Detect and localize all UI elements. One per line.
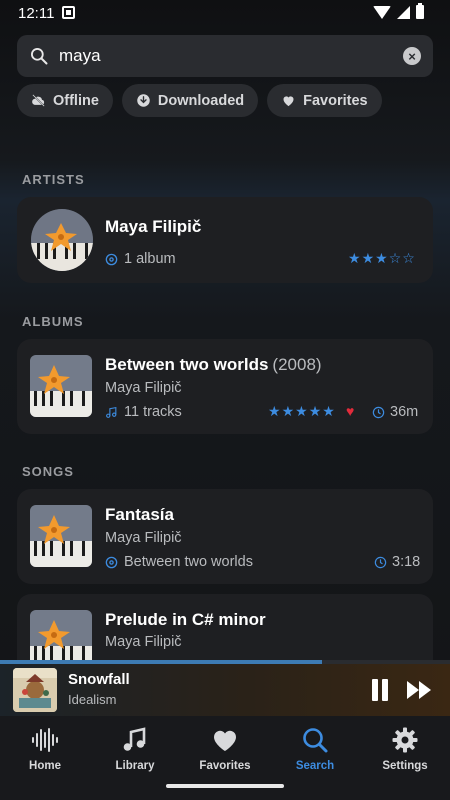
signal-icon [397,5,410,19]
clear-search-button[interactable]: × [403,47,421,65]
album-track-count: 11 tracks [105,404,182,420]
now-playing-art [13,668,57,712]
nav-label: Search [295,760,335,772]
download-icon [137,94,150,107]
music-note-icon [106,406,117,418]
song-duration-text: 3:18 [392,554,421,570]
song-album-text: Between two worlds [124,554,253,570]
nav-label: Settings [382,760,428,772]
song-row[interactable]: Fantasía Maya Filipič Between two worlds… [17,489,433,584]
artist-album-count: 1 album [105,251,176,267]
star-icon: ★ [348,250,361,266]
nav-home[interactable]: Home [0,726,90,782]
search-input[interactable] [59,43,379,69]
song-title: Fantasía [105,505,174,524]
song-artist: Maya Filipič [105,530,182,546]
song-duration: 3:18 [374,554,420,570]
gear-icon [392,727,418,753]
song-artist: Maya Filipič [105,634,182,650]
clock-icon [372,406,385,418]
battery-icon [416,3,424,19]
pause-button[interactable] [370,679,390,701]
section-title-artists: ARTISTS [22,172,85,187]
filter-chips: Offline Downloaded Favorites [17,84,382,117]
album-duration: 36m [372,404,418,420]
music-note-icon [123,727,146,751]
nav-label: Home [29,760,61,772]
nav-label: Library [115,760,155,772]
status-bar: 12:11 [0,0,450,28]
song-cover [30,505,92,567]
cloud-off-icon [32,94,45,107]
nav-library[interactable]: Library [90,726,180,782]
artist-name: Maya Filipič [105,217,202,236]
wifi-icon [373,5,391,19]
heart-icon [283,96,294,107]
album-card[interactable]: Between two worlds (2008) Maya Filipič 11… [17,339,433,434]
album-cover [30,355,92,417]
star-empty-icon: ☆ [388,250,402,266]
album-icon [105,253,118,265]
album-year: (2008) [272,355,322,374]
waveform-icon [32,728,58,752]
favorite-heart-icon[interactable]: ♥ [346,403,354,419]
status-time: 12:11 [18,5,55,22]
star-icon: ★ [268,403,281,419]
chip-downloaded[interactable]: Downloaded [121,84,259,117]
search-bar[interactable]: × [17,35,433,77]
track-count-text: 11 tracks [124,404,182,420]
now-playing-bar[interactable]: Snowfall Idealism [0,664,450,716]
now-playing-title: Snowfall [68,671,130,688]
song-album: Between two worlds [105,554,253,570]
search-icon [31,48,48,65]
song-title: Prelude in C# minor [105,610,266,629]
chip-label: Favorites [303,92,368,109]
app-screen: 12:11 × Offline [0,0,450,800]
star-icon: ★ [295,403,308,419]
album-title-line: Between two worlds (2008) [105,355,322,375]
home-indicator[interactable] [166,784,284,788]
album-icon [105,556,118,568]
pause-icon [382,679,388,701]
artist-avatar [31,209,93,271]
star-icon: ★ [361,250,375,266]
section-title-songs: SONGS [22,464,74,479]
chip-label: Downloaded [157,92,245,109]
star-icon: ★ [308,403,322,419]
star-icon: ★ [322,403,335,419]
heart-icon [213,730,237,751]
section-title-albums: ALBUMS [22,314,84,329]
album-duration-text: 36m [390,404,419,420]
star-icon: ★ [375,250,388,266]
status-icons [373,3,424,19]
album-rating: ★ ★ ★ ★ ★ [268,403,335,420]
sim-icon [62,6,75,19]
artist-card[interactable]: Maya Filipič 1 album ★ ★ ★ ☆ ☆ [17,197,433,283]
album-title: Between two worlds [105,355,269,374]
skip-next-icon[interactable] [406,679,434,701]
album-artist: Maya Filipič [105,380,182,396]
album-count-text: 1 album [124,251,176,267]
nav-favorites[interactable]: Favorites [180,726,270,782]
pause-icon [372,679,378,701]
clock-icon [374,556,387,568]
star-empty-icon: ☆ [402,250,415,266]
nav-label: Favorites [199,760,251,772]
chip-label: Offline [53,92,99,109]
search-icon [303,728,328,753]
star-icon: ★ [281,403,295,419]
chip-favorites[interactable]: Favorites [267,84,382,117]
nav-settings[interactable]: Settings [360,726,450,782]
nav-search[interactable]: Search [270,726,360,782]
artist-rating: ★ ★ ★ ☆ ☆ [348,250,415,267]
chip-offline[interactable]: Offline [17,84,113,117]
now-playing-artist: Idealism [68,692,117,707]
